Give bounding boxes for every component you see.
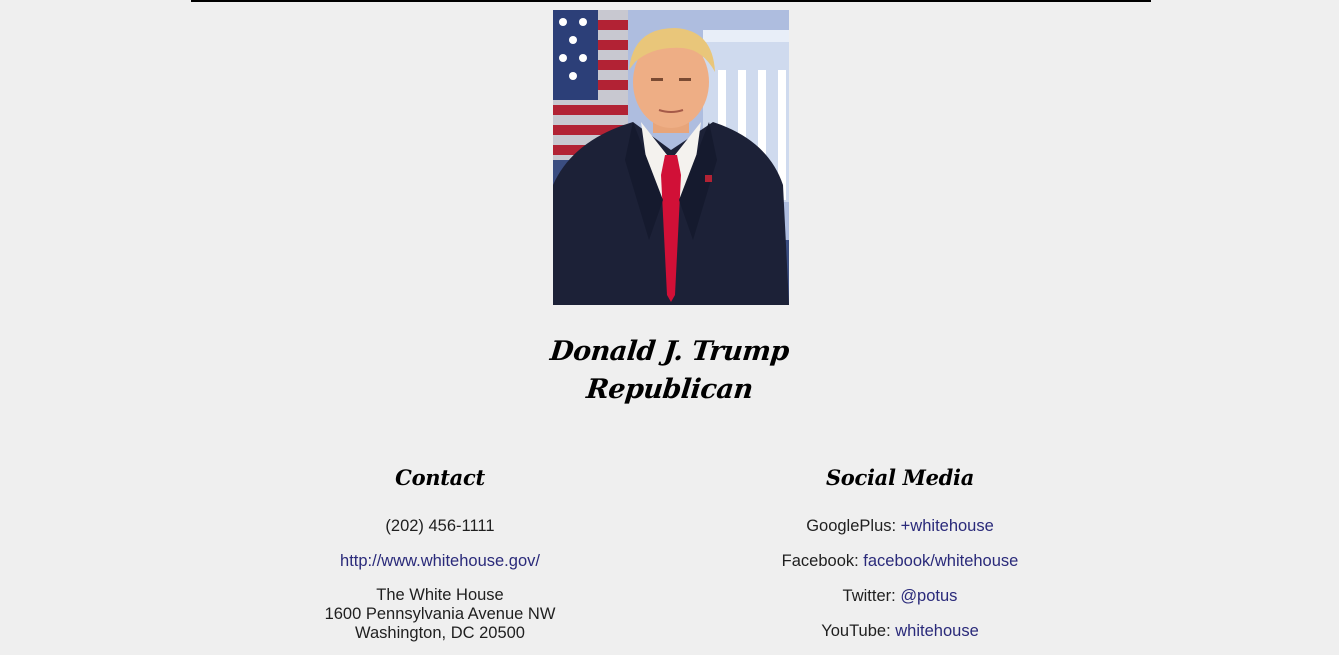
portrait-image [553, 10, 789, 305]
candidate-name: Donald J. Trump [548, 336, 791, 367]
social-media-section: Social Media GooglePlus: +whitehouse Fac… [700, 460, 1100, 649]
googleplus-link[interactable]: +whitehouse [901, 517, 994, 535]
facebook-row: Facebook: facebook/whitehouse [700, 544, 1100, 579]
social-media-heading: Social Media [825, 465, 975, 490]
googleplus-label: GooglePlus: [806, 517, 901, 535]
profile-heading: Donald J. Trump Republican [0, 333, 1339, 409]
twitter-row: Twitter: @potus [700, 579, 1100, 614]
address-line: Washington, DC 20500 [355, 624, 525, 642]
googleplus-row: GooglePlus: +whitehouse [700, 509, 1100, 544]
youtube-row: YouTube: whitehouse [700, 614, 1100, 649]
facebook-label: Facebook: [781, 552, 864, 570]
twitter-link[interactable]: @potus [900, 587, 957, 605]
contact-section: Contact (202) 456-1111 http://www.whiteh… [240, 460, 640, 643]
party-affiliation: Republican [584, 374, 755, 405]
contact-heading: Contact [395, 465, 485, 490]
phone-number: (202) 456-1111 [385, 517, 495, 535]
address-line: The White House [376, 586, 504, 604]
twitter-label: Twitter: [842, 587, 901, 605]
youtube-link[interactable]: whitehouse [895, 622, 978, 640]
address-line: 1600 Pennsylvania Avenue NW [324, 605, 556, 623]
website-link[interactable]: http://www.whitehouse.gov/ [340, 552, 540, 570]
mailing-address: The White House 1600 Pennsylvania Avenue… [240, 579, 640, 643]
facebook-link[interactable]: facebook/whitehouse [863, 552, 1018, 570]
youtube-label: YouTube: [821, 622, 896, 640]
top-divider [191, 0, 1151, 2]
